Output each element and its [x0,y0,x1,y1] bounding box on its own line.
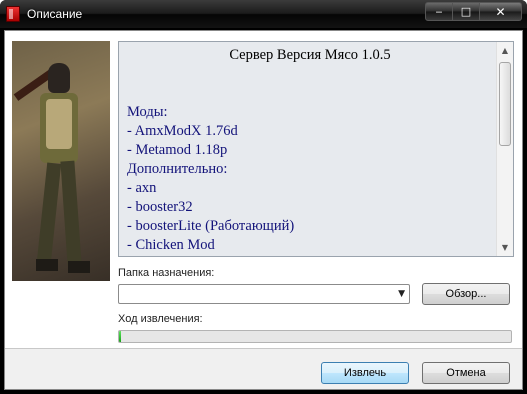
vest-shape [46,99,72,149]
minimize-button[interactable]: ‒ [425,2,453,21]
right-boot-shape [68,261,90,273]
description-line: Дополнительно: [127,161,228,177]
destination-label: Папка назначения: [118,267,215,279]
head-shape [48,63,70,93]
maximize-icon: □ [460,5,472,18]
scroll-up-arrow-icon[interactable]: ▲ [497,42,513,59]
description-line: - boosterLite (Работающий) [127,218,295,234]
close-icon: ✕ [495,4,506,19]
window-title: Описание [27,7,83,21]
close-button[interactable]: ✕ [480,2,522,21]
description-scrollbar[interactable]: ▲ ▼ [496,42,513,256]
dropdown-arrow-icon[interactable]: ▼ [398,289,405,299]
soldier-artwork-image [12,41,110,313]
content-area: Сервер Версия Мясо 1.0.5 Моды: - AmxModX… [5,31,522,348]
left-leg-shape [36,162,62,264]
extract-button[interactable]: Извлечь [321,362,409,384]
description-line: - Chicken Mod [127,237,215,253]
cancel-button[interactable]: Отмена [422,362,510,384]
title-bar[interactable]: Описание ‒ □ ✕ [0,0,527,29]
description-text: Сервер Версия Мясо 1.0.5 Моды: - AmxModX… [127,46,493,255]
maximize-button[interactable]: □ [453,2,480,21]
description-line: Моды: [127,104,168,120]
progress-fill [119,331,121,342]
description-line: - axn [127,180,157,196]
dialog-window: Описание ‒ □ ✕ Сервер Версия Мясо 1.0.5 … [0,0,527,394]
dialog-client-area: Сервер Версия Мясо 1.0.5 Моды: - AmxModX… [4,30,523,390]
image-floor [12,281,110,313]
description-textbox[interactable]: Сервер Версия Мясо 1.0.5 Моды: - AmxModX… [118,41,514,257]
description-line: - Metamod 1.18p [127,142,228,158]
minimize-icon: ‒ [435,5,443,18]
progress-label: Ход извлечения: [118,313,203,325]
description-line: - AmxModX 1.76d [127,123,238,139]
description-line: - booster32 [127,199,193,215]
scroll-thumb[interactable] [499,62,511,146]
right-leg-shape [60,160,82,266]
extraction-progress-bar [118,330,512,343]
dialog-footer: Извлечь Отмена [5,349,522,389]
app-icon [6,6,20,22]
scroll-down-arrow-icon[interactable]: ▼ [497,239,513,256]
left-boot-shape [36,259,58,271]
description-heading: Сервер Версия Мясо 1.0.5 [229,47,391,63]
destination-folder-select[interactable]: ▼ [118,284,410,304]
browse-button[interactable]: Обзор... [422,283,510,305]
